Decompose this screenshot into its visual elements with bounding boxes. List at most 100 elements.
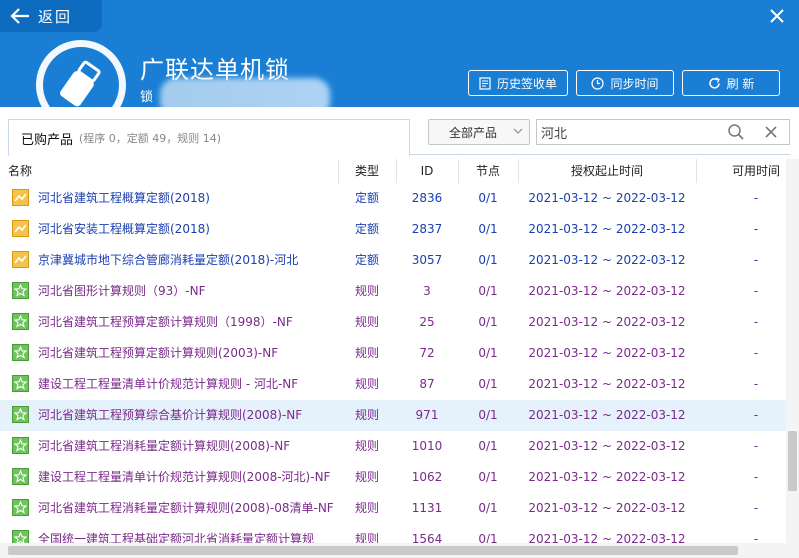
column-header-type[interactable]: 类型 — [338, 159, 396, 183]
row-name: 河北省建筑工程消耗量定额计算规则(2008)-NF — [38, 439, 291, 453]
search-box — [536, 119, 790, 145]
tab-label: 已购产品 — [21, 132, 74, 148]
column-header-period[interactable]: 授权起止时间 — [518, 159, 696, 183]
row-period: 2021-03-12 ~ 2022-03-12 — [528, 284, 686, 298]
row-id: 1131 — [411, 501, 443, 515]
row-available: - — [753, 532, 759, 543]
table-header: 名称 类型 ID 节点 授权起止时间 可用时间 — [0, 159, 786, 184]
row-type: 规则 — [354, 501, 379, 515]
table-row[interactable]: 河北省安装工程概算定额(2018) 定额 2837 0/1 2021-03-12… — [0, 214, 786, 246]
row-name: 河北省建筑工程预算定额计算规则(2003)-NF — [38, 346, 279, 360]
row-period: 2021-03-12 ~ 2022-03-12 — [528, 470, 686, 484]
back-button[interactable]: 返回 — [0, 0, 102, 32]
table-row-selected[interactable]: 河北省建筑工程预算综合基价计算规则(2008)-NF 规则 971 0/1 20… — [0, 400, 786, 432]
row-name: 河北省安装工程概算定额(2018) — [38, 222, 210, 236]
row-nodes: 0/1 — [478, 253, 498, 267]
table-row[interactable]: 京津冀城市地下综合管廊消耗量定额(2018)-河北 定额 3057 0/1 20… — [0, 245, 786, 277]
search-input[interactable] — [539, 122, 723, 142]
row-available: - — [753, 408, 759, 422]
star-icon — [12, 406, 29, 423]
back-label: 返回 — [38, 7, 73, 26]
row-nodes: 0/1 — [478, 439, 498, 453]
row-type: 规则 — [354, 315, 379, 329]
vertical-scrollbar[interactable] — [786, 159, 799, 544]
close-button[interactable] — [767, 6, 787, 26]
row-type: 定额 — [354, 253, 379, 267]
row-nodes: 0/1 — [478, 470, 498, 484]
row-name: 建设工程工程量清单计价规范计算规则(2008-河北)-NF — [38, 470, 331, 484]
refresh-button[interactable]: 刷 新 — [682, 70, 780, 96]
row-type: 规则 — [354, 439, 379, 453]
table-row[interactable]: 河北省建筑工程预算定额计算规则(2003)-NF 规则 72 0/1 2021-… — [0, 338, 786, 370]
star-icon — [12, 437, 29, 454]
row-period: 2021-03-12 ~ 2022-03-12 — [528, 315, 686, 329]
row-id: 1564 — [411, 532, 443, 543]
row-period: 2021-03-12 ~ 2022-03-12 — [528, 346, 686, 360]
row-period: 2021-03-12 ~ 2022-03-12 — [528, 222, 686, 236]
row-available: - — [753, 284, 759, 298]
table-row[interactable]: 河北省建筑工程消耗量定额计算规则(2008)-NF 规则 1010 0/1 20… — [0, 431, 786, 463]
row-type: 规则 — [354, 346, 379, 360]
row-available: - — [753, 253, 759, 267]
refresh-icon — [708, 76, 720, 89]
row-id: 1010 — [411, 439, 443, 453]
row-available: - — [753, 501, 759, 515]
row-nodes: 0/1 — [478, 284, 498, 298]
row-nodes: 0/1 — [478, 346, 498, 360]
row-period: 2021-03-12 ~ 2022-03-12 — [528, 253, 686, 267]
row-id: 3057 — [411, 253, 443, 267]
row-period: 2021-03-12 ~ 2022-03-12 — [528, 439, 686, 453]
row-id: 971 — [415, 408, 439, 422]
row-id: 87 — [419, 377, 435, 391]
column-header-name[interactable]: 名称 — [8, 159, 32, 183]
table-row[interactable]: 河北省建筑工程消耗量定额计算规则(2008)-08清单-NF 规则 1131 0… — [0, 493, 786, 525]
row-nodes: 0/1 — [478, 191, 498, 205]
table-row[interactable]: 建设工程工程量清单计价规范计算规则(2008-河北)-NF 规则 1062 0/… — [0, 462, 786, 494]
column-header-available[interactable]: 可用时间 — [696, 159, 799, 183]
table-row[interactable]: 全国统一建筑工程基础定额河北省消耗量定额计算规 规则 1564 0/1 2021… — [0, 524, 786, 543]
row-name: 河北省建筑工程概算定额(2018) — [38, 191, 210, 205]
toolbar: 已购产品 (程序 0，定额 49，规则 14) 全部产品 — [0, 107, 799, 159]
column-header-id[interactable]: ID — [396, 159, 458, 183]
refresh-label: 刷 新 — [726, 76, 755, 91]
table-row[interactable]: 河北省建筑工程概算定额(2018) 定额 2836 0/1 2021-03-12… — [0, 183, 786, 215]
star-icon — [12, 530, 29, 543]
table-row[interactable]: 建设工程工程量清单计价规范计算规则 - 河北-NF 规则 87 0/1 2021… — [0, 369, 786, 401]
row-available: - — [753, 346, 759, 360]
clock-icon — [591, 76, 605, 90]
chart-up-icon — [12, 220, 29, 237]
horizontal-scrollbar[interactable] — [0, 543, 786, 558]
row-available: - — [753, 439, 759, 453]
row-id: 2836 — [411, 191, 443, 205]
tab-purchased-products[interactable]: 已购产品 (程序 0，定额 49，规则 14) — [8, 119, 410, 156]
row-period: 2021-03-12 ~ 2022-03-12 — [528, 501, 686, 515]
row-id: 72 — [419, 346, 435, 360]
row-name: 京津冀城市地下综合管廊消耗量定额(2018)-河北 — [38, 253, 299, 267]
app-header: 返回 广联达单机锁 锁 历史签收单 同步时间 刷 新 — [0, 0, 799, 107]
table-row[interactable]: 河北省建筑工程预算定额计算规则（1998）-NF 规则 25 0/1 2021-… — [0, 307, 786, 339]
horizontal-scroll-thumb[interactable] — [8, 546, 738, 555]
vertical-scroll-thumb[interactable] — [788, 431, 797, 491]
row-nodes: 0/1 — [478, 222, 498, 236]
row-name: 河北省建筑工程预算综合基价计算规则(2008)-NF — [38, 408, 303, 422]
tab-count: (程序 0，定额 49，规则 14) — [79, 132, 222, 145]
row-name: 全国统一建筑工程基础定额河北省消耗量定额计算规 — [38, 532, 315, 543]
sync-label: 同步时间 — [610, 76, 659, 91]
row-name: 河北省图形计算规则（93）-NF — [38, 284, 206, 298]
product-filter-dropdown[interactable]: 全部产品 — [428, 119, 530, 145]
row-name: 河北省建筑工程消耗量定额计算规则(2008)-08清单-NF — [38, 501, 334, 515]
product-table: 河北省建筑工程概算定额(2018) 定额 2836 0/1 2021-03-12… — [0, 183, 786, 543]
row-type: 定额 — [354, 222, 379, 236]
row-id: 1062 — [411, 470, 443, 484]
chart-up-icon — [12, 251, 29, 268]
column-header-nodes[interactable]: 节点 — [458, 159, 518, 183]
search-icon[interactable] — [727, 123, 745, 141]
sync-time-button[interactable]: 同步时间 — [576, 70, 674, 96]
history-receipts-button[interactable]: 历史签收单 — [468, 70, 568, 96]
row-nodes: 0/1 — [478, 377, 498, 391]
row-name: 河北省建筑工程预算定额计算规则（1998）-NF — [38, 315, 293, 329]
row-nodes: 0/1 — [478, 315, 498, 329]
clear-icon[interactable] — [763, 124, 779, 140]
table-row[interactable]: 河北省图形计算规则（93）-NF 规则 3 0/1 2021-03-12 ~ 2… — [0, 276, 786, 308]
star-icon — [12, 499, 29, 516]
